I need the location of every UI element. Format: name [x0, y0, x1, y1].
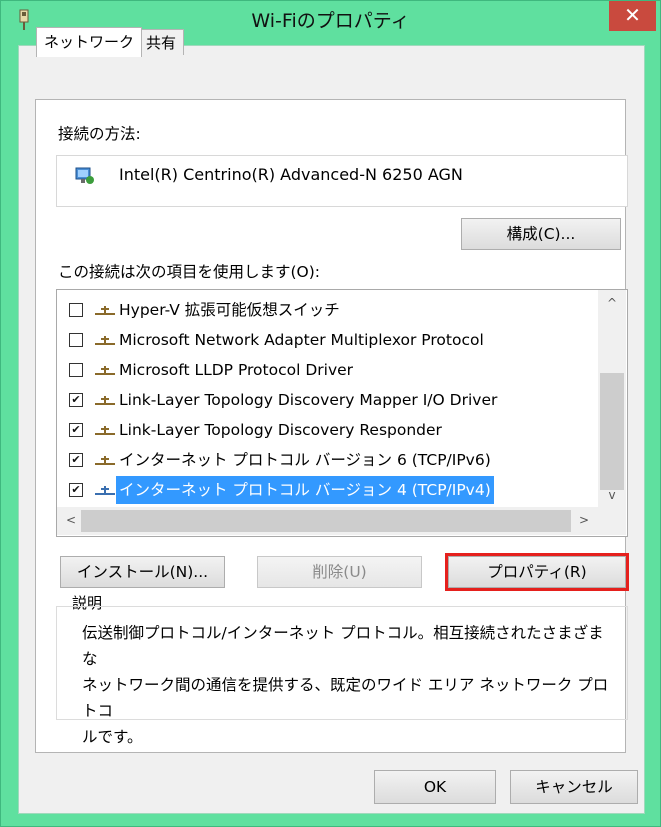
list-item-selected[interactable]: ✔ インターネット プロトコル バージョン 4 (TCP/IPv4) [57, 475, 607, 505]
ok-button[interactable]: OK [374, 770, 496, 804]
checkbox[interactable] [69, 333, 83, 347]
close-button[interactable]: ✕ [609, 1, 656, 31]
list-item[interactable]: Microsoft Network Adapter Multiplexor Pr… [57, 325, 607, 355]
description-line: ネットワーク間の通信を提供する、既定のワイド エリア ネットワーク プロトコ [82, 676, 609, 720]
uninstall-button[interactable]: 削除(U) [257, 556, 422, 588]
checkbox-checked[interactable]: ✔ [69, 483, 83, 497]
ok-button-label: OK [423, 778, 447, 796]
description-line: ルです。 [82, 728, 143, 746]
tab-sharing-label: 共有 [146, 34, 177, 52]
install-button[interactable]: インストール(N)... [60, 556, 225, 588]
list-item-text: Microsoft Network Adapter Multiplexor Pr… [119, 331, 484, 349]
install-button-label: インストール(N)... [76, 563, 209, 581]
list-item[interactable]: Microsoft LLDP Protocol Driver [57, 355, 607, 385]
description-line: 伝送制御プロトコル/インターネット プロトコル。相互接続されたさまざまな [82, 624, 604, 668]
properties-button-label: プロパティ(R) [487, 563, 587, 581]
properties-button[interactable]: プロパティ(R) [448, 556, 626, 588]
list-item-text: インターネット プロトコル バージョン 4 (TCP/IPv4) [116, 476, 494, 504]
items-label: この接続は次の項目を使用します(O): [58, 263, 321, 281]
scroll-right-icon[interactable]: > [570, 513, 598, 527]
protocol-icon [95, 336, 115, 345]
connect-using-label: 接続の方法: [58, 125, 141, 143]
cancel-button[interactable]: キャンセル [510, 770, 638, 804]
list-item[interactable]: ✔ Link-Layer Topology Discovery Mapper I… [57, 385, 607, 415]
cancel-button-label: キャンセル [535, 778, 613, 796]
list-item-text: インターネット プロトコル バージョン 6 (TCP/IPv6) [119, 451, 491, 469]
list-item-text: Hyper-V 拡張可能仮想スイッチ [119, 301, 340, 319]
checkbox-checked[interactable]: ✔ [69, 423, 83, 437]
list-item[interactable]: ✔ インターネット プロトコル バージョン 6 (TCP/IPv6) [57, 445, 607, 475]
configure-button[interactable]: 構成(C)... [461, 218, 621, 250]
protocol-icon [95, 396, 115, 405]
vertical-scroll-thumb[interactable] [600, 373, 624, 490]
description-text: 伝送制御プロトコル/インターネット プロトコル。相互接続されたさまざまな ネット… [82, 620, 612, 750]
adapter-name: Intel(R) Centrino(R) Advanced-N 6250 AGN [119, 165, 463, 184]
protocol-icon [95, 366, 115, 375]
scrollbar-corner [598, 507, 626, 535]
protocol-icon [95, 456, 115, 465]
components-list[interactable]: Hyper-V 拡張可能仮想スイッチ Microsoft Network Ada… [56, 289, 628, 537]
list-item-text: Link-Layer Topology Discovery Responder [119, 421, 442, 439]
checkbox-checked[interactable]: ✔ [69, 393, 83, 407]
list-item-text: Microsoft LLDP Protocol Driver [119, 361, 354, 379]
protocol-icon [95, 306, 115, 315]
uninstall-button-label: 削除(U) [312, 563, 367, 581]
scroll-down-icon[interactable]: v [598, 488, 626, 502]
scroll-up-icon[interactable]: ^ [598, 296, 626, 310]
list-item[interactable]: ✔ Link-Layer Topology Discovery Responde… [57, 415, 607, 445]
network-adapter-icon [75, 167, 94, 184]
tab-network[interactable]: ネットワーク [36, 27, 143, 57]
checkbox[interactable] [69, 303, 83, 317]
protocol-icon [95, 486, 115, 495]
tab-sharing[interactable]: 共有 [138, 29, 185, 55]
horizontal-scroll-thumb[interactable] [81, 510, 571, 532]
checkbox[interactable] [69, 363, 83, 377]
list-item-text: Link-Layer Topology Discovery Mapper I/O… [119, 391, 498, 409]
configure-button-label: 構成(C)... [506, 225, 576, 243]
protocol-icon [95, 426, 115, 435]
checkbox-checked[interactable]: ✔ [69, 453, 83, 467]
adapter-display: Intel(R) Centrino(R) Advanced-N 6250 AGN [56, 155, 628, 207]
vertical-scrollbar[interactable]: ^ v [598, 290, 626, 507]
horizontal-scrollbar[interactable]: < > [57, 507, 598, 535]
list-item[interactable]: Hyper-V 拡張可能仮想スイッチ [57, 295, 607, 325]
tab-network-label: ネットワーク [44, 33, 135, 51]
close-icon: ✕ [624, 3, 641, 27]
